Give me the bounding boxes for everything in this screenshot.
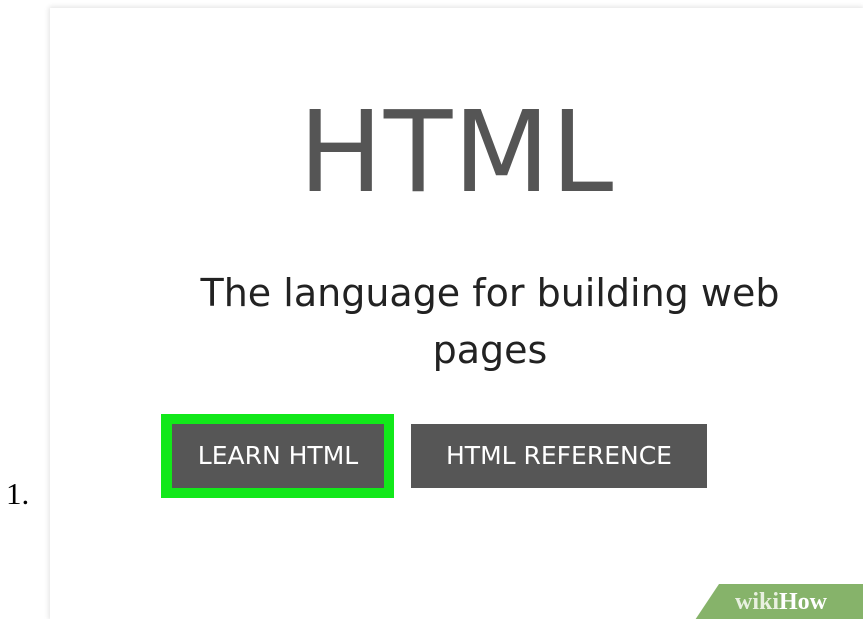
wikihow-watermark: wikiHow [695,584,863,619]
wikihow-logo-text: wikiHow [735,589,827,616]
wikihow-logo-part1: wiki [735,589,780,615]
hero-title: HTML [298,88,615,218]
list-number: 1. [6,476,30,511]
screenshot-panel: HTML The language for building web pages… [50,8,863,619]
wikihow-logo-part2: How [779,589,828,615]
hero-subtitle-line-1: The language for building web [200,271,780,315]
hero-subtitle-line-2: pages [432,328,548,372]
learn-html-button[interactable]: LEARN HTML [172,424,384,488]
hero-subtitle: The language for building web pages [110,265,863,379]
html-reference-button[interactable]: HTML REFERENCE [411,424,707,488]
